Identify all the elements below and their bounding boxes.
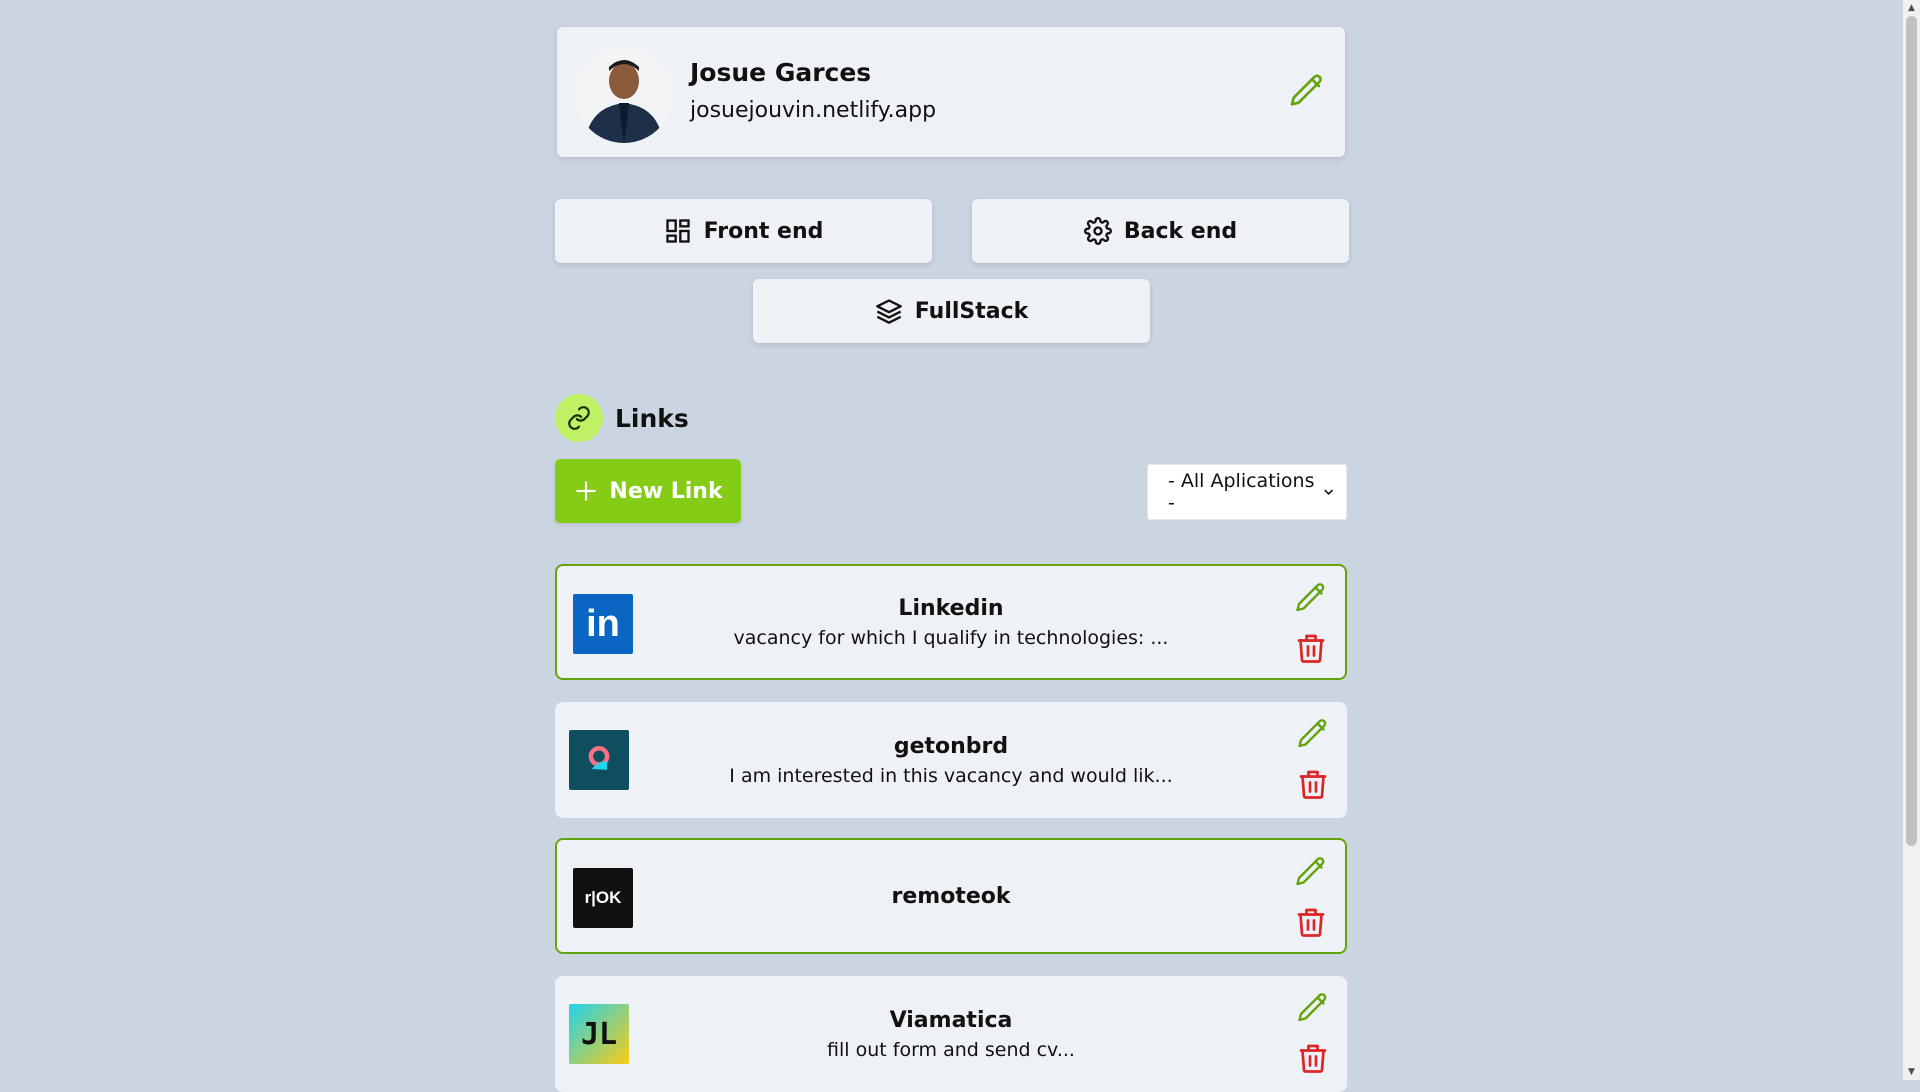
new-link-button[interactable]: New Link xyxy=(555,459,741,523)
links-title: Links xyxy=(615,403,689,433)
pencil-icon xyxy=(1296,857,1325,886)
edit-link-button[interactable] xyxy=(1293,580,1329,616)
trash-icon xyxy=(1297,908,1325,937)
layers-icon xyxy=(875,299,902,324)
plus-icon xyxy=(576,481,597,501)
link-card[interactable]: JL Viamatica fill out form and send cv..… xyxy=(555,976,1347,1092)
scroll-down-arrow-icon[interactable]: ▼ xyxy=(1903,1064,1920,1080)
trash-icon xyxy=(1299,770,1327,799)
front-end-label: Front end xyxy=(703,218,824,244)
chevron-down-icon xyxy=(1323,489,1333,496)
remoteok-logo-icon: r|OK xyxy=(573,868,633,928)
pencil-icon xyxy=(1296,583,1325,612)
trash-icon xyxy=(1299,1044,1327,1073)
scrollbar-thumb[interactable] xyxy=(1906,16,1917,846)
edit-link-button[interactable] xyxy=(1295,990,1331,1026)
edit-link-button[interactable] xyxy=(1293,854,1329,890)
link-title: Linkedin xyxy=(898,595,1004,621)
profile-card: Josue Garces josuejouvin.netlify.app xyxy=(557,27,1345,157)
link-description: vacancy for which I qualify in technolog… xyxy=(733,626,1169,649)
link-title: getonbrd xyxy=(893,733,1009,759)
link-card[interactable]: r|OK remoteok xyxy=(555,838,1347,954)
delete-link-button[interactable] xyxy=(1293,630,1329,666)
pencil-icon xyxy=(1298,719,1327,748)
edit-link-button[interactable] xyxy=(1295,716,1331,752)
scrollbar[interactable]: ▲ ▼ xyxy=(1903,0,1920,1080)
gear-icon xyxy=(1083,217,1112,245)
new-link-label: New Link xyxy=(609,478,723,504)
application-filter-select[interactable]: - All Aplications - xyxy=(1147,464,1347,520)
delete-link-button[interactable] xyxy=(1293,904,1329,940)
link-card[interactable]: getonbrd I am interested in this vacancy… xyxy=(555,702,1347,818)
pencil-icon xyxy=(1290,74,1322,106)
delete-link-button[interactable] xyxy=(1295,1040,1331,1076)
link-title: remoteok xyxy=(891,883,1011,909)
getonbrd-logo-icon xyxy=(569,730,629,790)
link-title: Viamatica xyxy=(889,1007,1013,1033)
delete-link-button[interactable] xyxy=(1295,766,1331,802)
viamatica-logo-icon: JL xyxy=(569,1004,629,1064)
links-header: Links xyxy=(555,394,689,442)
profile-name: Josue Garces xyxy=(690,58,872,87)
front-end-button[interactable]: Front end xyxy=(555,199,932,263)
fullstack-label: FullStack xyxy=(914,298,1029,324)
back-end-label: Back end xyxy=(1123,218,1238,244)
scroll-up-arrow-icon[interactable]: ▲ xyxy=(1903,0,1920,16)
linkedin-logo-icon: in xyxy=(573,594,633,654)
profile-url[interactable]: josuejouvin.netlify.app xyxy=(690,98,936,123)
link-description: fill out form and send cv... xyxy=(827,1038,1075,1061)
fullstack-button[interactable]: FullStack xyxy=(753,279,1150,343)
link-description: I am interested in this vacancy and woul… xyxy=(729,764,1173,787)
link-card[interactable]: in Linkedin vacancy for which I qualify … xyxy=(555,564,1347,680)
avatar xyxy=(575,45,673,143)
filter-selected-value: - All Aplications - xyxy=(1168,470,1315,514)
layout-grid-icon xyxy=(665,219,690,243)
trash-icon xyxy=(1297,634,1325,663)
pencil-icon xyxy=(1298,993,1327,1022)
link-icon xyxy=(555,394,603,442)
back-end-button[interactable]: Back end xyxy=(972,199,1349,263)
edit-profile-button[interactable] xyxy=(1287,71,1327,111)
